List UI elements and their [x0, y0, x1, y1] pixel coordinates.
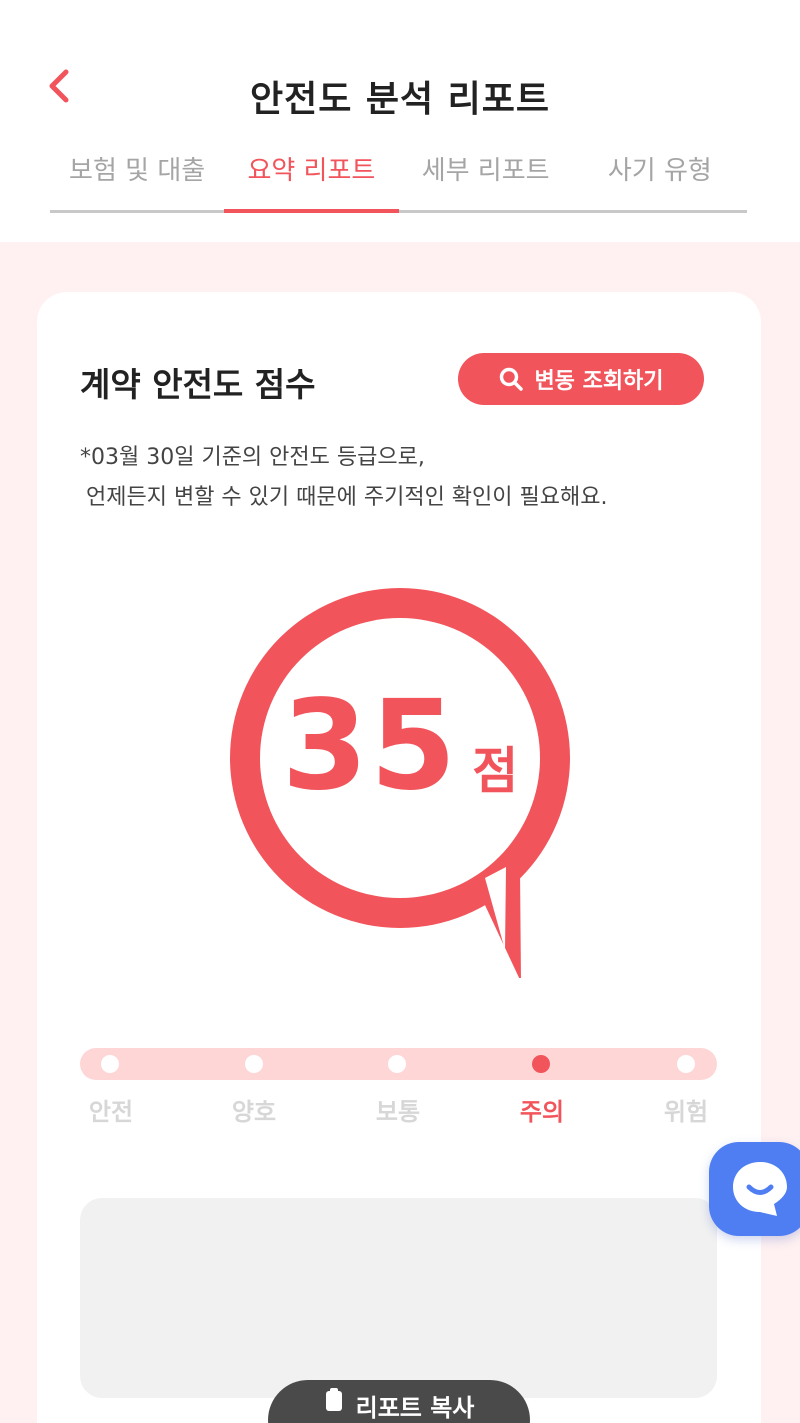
score-unit: 점: [472, 742, 519, 800]
level-dot-safe: [101, 1055, 119, 1073]
score-bubble: 35 점: [215, 578, 585, 982]
level-label-caution: 주의: [519, 1098, 565, 1126]
notice-line-1: *03월 30일 기준의 안전도 등급으로,: [80, 445, 425, 470]
card-title: 계약 안전도 점수: [80, 365, 316, 404]
level-label-danger: 위험: [663, 1098, 709, 1126]
chat-button[interactable]: [709, 1142, 800, 1236]
score-notice: *03월 30일 기준의 안전도 등급으로, 언제든지 변할 수 있기 때문에 …: [80, 438, 740, 518]
clipboard-icon: [325, 1388, 342, 1411]
view-changes-label: 변동 조회하기: [534, 369, 664, 394]
level-dot-good: [245, 1055, 263, 1073]
chat-icon: [733, 1162, 787, 1216]
level-dot-normal: [388, 1055, 406, 1073]
score-value: 35: [281, 674, 459, 818]
tab-detail-report[interactable]: 세부 리포트: [399, 140, 573, 210]
view-changes-button[interactable]: 변동 조회하기: [458, 353, 704, 405]
app-header: 안전도 분석 리포트 보험 및 대출 요약 리포트 세부 리포트 사기 유형: [0, 0, 800, 242]
level-dot-danger: [677, 1055, 695, 1073]
copy-report-label: 리포트 복사: [355, 1394, 475, 1422]
search-icon: [500, 367, 524, 391]
page-title: 안전도 분석 리포트: [249, 79, 551, 120]
level-label-normal: 보통: [375, 1098, 421, 1126]
notice-line-2: 언제든지 변할 수 있기 때문에 주기적인 확인이 필요해요.: [86, 485, 608, 510]
level-dot-caution: [532, 1055, 550, 1073]
tab-bar: 보험 및 대출 요약 리포트 세부 리포트 사기 유형: [50, 140, 747, 213]
tab-insurance-loan[interactable]: 보험 및 대출: [50, 140, 224, 210]
tab-summary-report[interactable]: 요약 리포트: [224, 140, 399, 213]
safety-score-card: 계약 안전도 점수 변동 조회하기 *03월 30일 기준의 안전도 등급으로,…: [37, 292, 761, 1423]
score-display: 35 점: [215, 674, 585, 834]
safety-level-bar: [80, 1048, 717, 1080]
level-label-good: 양호: [231, 1098, 277, 1126]
tab-fraud-types[interactable]: 사기 유형: [573, 140, 747, 210]
level-label-safe: 안전: [88, 1098, 134, 1126]
loading-content-box: [80, 1198, 717, 1398]
copy-report-button[interactable]: 리포트 복사: [268, 1380, 530, 1423]
